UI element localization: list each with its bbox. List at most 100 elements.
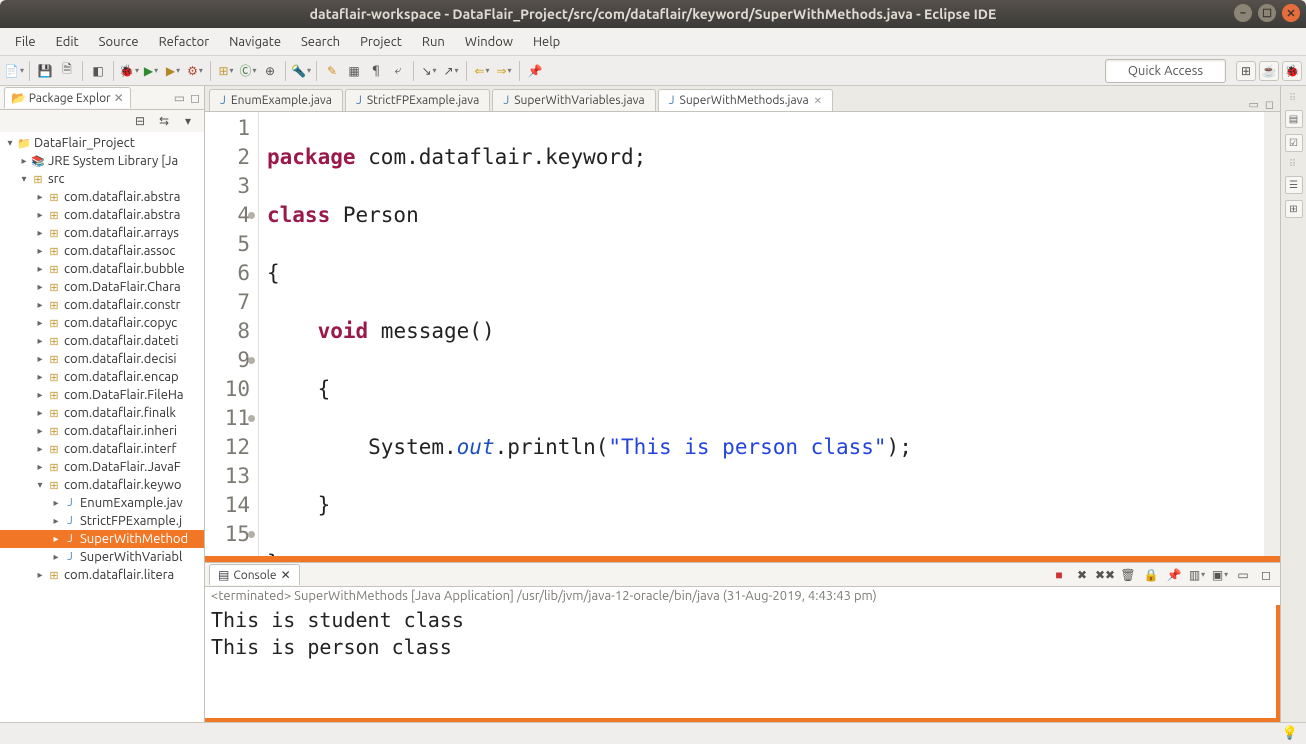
next-annotation-button[interactable]: ↘ — [419, 61, 439, 81]
scroll-lock-button[interactable]: 🔒 — [1141, 565, 1161, 585]
tree-file[interactable]: SuperWithVariabl — [80, 550, 182, 564]
window-maximize-button[interactable]: ☐ — [1258, 4, 1276, 22]
package-explorer-tab[interactable]: 📂 Package Explor✕ — [4, 87, 131, 108]
menu-run[interactable]: Run — [413, 32, 454, 52]
maximize-view-button[interactable]: ◻ — [190, 91, 200, 105]
tree-package[interactable]: com.dataflair.dateti — [64, 334, 179, 348]
menu-navigate[interactable]: Navigate — [220, 32, 290, 52]
run-last-tool-button[interactable]: ⚙ — [185, 61, 205, 81]
minimize-console-button[interactable]: ▭ — [1233, 565, 1253, 585]
tip-bulb-icon[interactable]: 💡 — [1282, 726, 1298, 741]
menu-window[interactable]: Window — [456, 32, 522, 52]
editor-tab[interactable]: JEnumExample.java — [209, 89, 343, 111]
code-area[interactable]: package com.dataflair.keyword; class Per… — [259, 112, 1264, 556]
terminate-button[interactable]: ■ — [1049, 565, 1069, 585]
tree-package[interactable]: com.dataflair.interf — [64, 442, 177, 456]
editor-scrollbar[interactable] — [1264, 112, 1280, 556]
minimize-editor-button[interactable]: ▭ — [1248, 98, 1258, 111]
tree-package[interactable]: com.dataflair.encap — [64, 370, 179, 384]
open-type-button[interactable]: ⊕ — [260, 61, 280, 81]
tree-package-open[interactable]: com.dataflair.keywo — [64, 478, 181, 492]
minimize-view-button[interactable]: ▭ — [174, 91, 185, 105]
search-button[interactable]: 🔦 — [291, 61, 311, 81]
new-java-class-button[interactable]: Ⓒ — [238, 61, 258, 81]
tree-file[interactable]: StrictFPExample.j — [80, 514, 182, 528]
maximize-editor-button[interactable]: ◻ — [1265, 98, 1274, 111]
tree-package[interactable]: com.dataflair.bubble — [64, 262, 185, 276]
tree-package[interactable]: com.dataflair.inheri — [64, 424, 177, 438]
tree-package[interactable]: com.dataflair.assoc — [64, 244, 175, 258]
toggle-word-wrap-button[interactable]: ⤶ — [388, 61, 408, 81]
debug-perspective-button[interactable]: 🐞 — [1282, 61, 1302, 81]
java-perspective-button[interactable]: ☕ — [1259, 61, 1279, 81]
tree-package[interactable]: com.dataflair.constr — [64, 298, 180, 312]
outline-button[interactable]: ☰ — [1285, 176, 1303, 194]
link-with-editor-button[interactable]: ⇆ — [154, 111, 174, 131]
new-java-package-button[interactable]: ⊞ — [216, 61, 236, 81]
hierarchy-button[interactable]: ⊞ — [1285, 200, 1303, 218]
prev-annotation-button[interactable]: ↗ — [441, 61, 461, 81]
project-tree[interactable]: ▾📁DataFlair_Project ▸📚JRE System Library… — [0, 132, 204, 722]
new-wizard-button[interactable]: 📄 — [4, 61, 24, 81]
debug-button[interactable]: 🐞 — [119, 61, 139, 81]
line-gutter[interactable]: 1 2 3 4 5 6 7 8 9 10 11 12 13 14 15 — [205, 112, 259, 556]
view-menu-button[interactable]: ▾ — [178, 111, 198, 131]
pin-editor-button[interactable]: 📌 — [525, 61, 545, 81]
tree-package[interactable]: com.dataflair.copyc — [64, 316, 177, 330]
open-perspective-button[interactable]: ⊞ — [1236, 61, 1256, 81]
collapse-all-button[interactable]: ⊟ — [130, 111, 150, 131]
coverage-button[interactable]: ▶ — [163, 61, 183, 81]
tree-project[interactable]: DataFlair_Project — [34, 136, 135, 150]
tree-package[interactable]: com.dataflair.abstra — [64, 208, 180, 222]
remove-launch-button[interactable]: ✖ — [1072, 565, 1092, 585]
toggle-mark-occurrences-button[interactable]: ✎ — [322, 61, 342, 81]
tree-package[interactable]: com.dataflair.arrays — [64, 226, 179, 240]
tree-package[interactable]: com.DataFlair.JavaF — [64, 460, 181, 474]
editor-tab-active[interactable]: JSuperWithMethods.java✕ — [658, 89, 833, 111]
editor-tab[interactable]: JSuperWithVariables.java — [492, 89, 655, 111]
tree-package[interactable]: com.dataflair.decisi — [64, 352, 177, 366]
outline-view-button[interactable]: ▤ — [1285, 110, 1303, 128]
console-output[interactable]: This is student class This is person cla… — [205, 605, 1280, 722]
tree-jre[interactable]: JRE System Library [Ja — [48, 154, 178, 168]
save-all-button[interactable]: 🗎 — [57, 61, 77, 81]
display-selected-console-button[interactable]: ▥ — [1187, 565, 1207, 585]
tree-src[interactable]: src — [48, 172, 65, 186]
remove-all-button[interactable]: ✖✖ — [1095, 565, 1115, 585]
toggle-block-selection-button[interactable]: ▦ — [344, 61, 364, 81]
forward-button[interactable]: ⇒ — [494, 61, 514, 81]
drag-handle-icon[interactable]: ⠿ — [1289, 158, 1298, 170]
toggle-breadcrumb-button[interactable]: ◧ — [88, 61, 108, 81]
run-button[interactable]: ▶ — [141, 61, 161, 81]
quick-access-field[interactable]: Quick Access — [1105, 59, 1226, 83]
back-button[interactable]: ⇐ — [472, 61, 492, 81]
open-console-button[interactable]: ▣ — [1210, 565, 1230, 585]
drag-handle-icon[interactable]: ⠿ — [1289, 92, 1298, 104]
code-editor[interactable]: 1 2 3 4 5 6 7 8 9 10 11 12 13 14 15 pack… — [205, 112, 1280, 556]
editor-tab[interactable]: JStrictFPExample.java — [345, 89, 490, 111]
tree-package[interactable]: com.DataFlair.FileHa — [64, 388, 184, 402]
pin-console-button[interactable]: 📌 — [1164, 565, 1184, 585]
menu-source[interactable]: Source — [90, 32, 148, 52]
menu-edit[interactable]: Edit — [47, 32, 88, 52]
window-minimize-button[interactable]: – — [1234, 4, 1252, 22]
tree-package[interactable]: com.DataFlair.Chara — [64, 280, 181, 294]
tree-package[interactable]: com.dataflair.finalk — [64, 406, 176, 420]
show-whitespace-button[interactable]: ¶ — [366, 61, 386, 81]
console-tab[interactable]: ▤ Console ✕ — [209, 564, 300, 585]
tree-file-selected[interactable]: SuperWithMethod — [80, 532, 188, 546]
save-button[interactable]: 💾 — [35, 61, 55, 81]
tree-package[interactable]: com.dataflair.abstra — [64, 190, 180, 204]
close-icon[interactable]: ✕ — [814, 95, 822, 107]
task-list-button[interactable]: ☑ — [1285, 134, 1303, 152]
tree-file[interactable]: EnumExample.jav — [80, 496, 183, 510]
close-icon[interactable]: ✕ — [281, 568, 291, 582]
menu-refactor[interactable]: Refactor — [150, 32, 219, 52]
window-close-button[interactable]: ✕ — [1282, 4, 1300, 22]
menu-help[interactable]: Help — [524, 32, 569, 52]
close-icon[interactable]: ✕ — [114, 92, 124, 105]
menu-project[interactable]: Project — [351, 32, 411, 52]
tree-package[interactable]: com.dataflair.litera — [64, 568, 174, 582]
clear-console-button[interactable]: 🗑 — [1118, 565, 1138, 585]
menu-search[interactable]: Search — [292, 32, 349, 52]
